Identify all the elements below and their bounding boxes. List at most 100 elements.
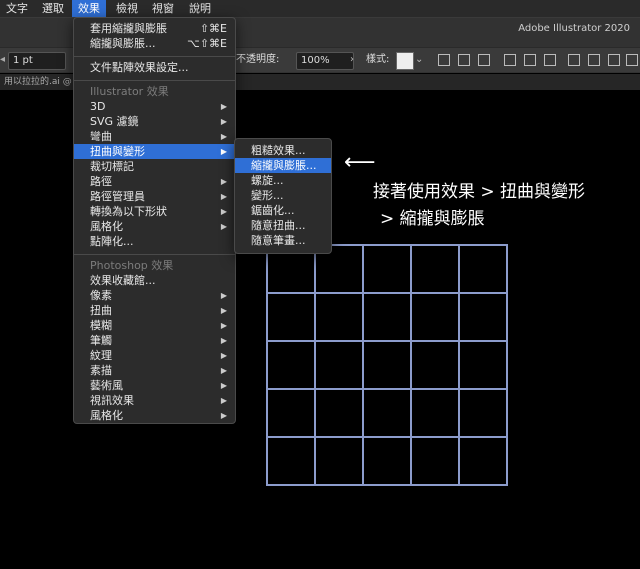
submenu-item-pucker-bloat[interactable]: 縮攏與膨脹... (235, 158, 331, 173)
menu-item-label: 3D (90, 100, 106, 113)
opacity-input[interactable]: 100% (296, 52, 354, 70)
submenu-arrow-icon: ▶ (220, 306, 227, 315)
menu-item-label: 裁切標記 (90, 160, 134, 173)
menu-bar: 文字 選取 效果 檢視 視窗 說明 (0, 0, 640, 18)
document-raster-settings-item[interactable]: 文件點陣效果設定... (74, 60, 235, 75)
submenu-arrow-icon: ▶ (220, 366, 227, 375)
menu-item-label: 素描 (90, 364, 112, 377)
menu-item-distort-transform[interactable]: 扭曲與變形 ▶ (74, 144, 235, 159)
distribute-icon[interactable] (588, 54, 600, 66)
align-icon[interactable] (458, 54, 470, 66)
menu-item-label: 模糊 (90, 319, 112, 332)
style-label: 樣式: (366, 54, 390, 65)
align-icon[interactable] (504, 54, 516, 66)
menu-item-effect-gallery[interactable]: 效果收藏館... (74, 273, 235, 288)
submenu-arrow-icon: ▶ (220, 147, 227, 156)
menu-item-label: 扭曲 (90, 304, 112, 317)
opacity-label: 不透明度: (236, 54, 280, 65)
submenu-arrow-icon: ▶ (220, 117, 227, 126)
style-swatch[interactable] (396, 52, 414, 70)
menu-item-label: 路徑 (90, 175, 112, 188)
submenu-arrow-icon: ▶ (220, 102, 227, 111)
menu-item-texture[interactable]: 紋理 ▶ (74, 348, 235, 363)
menu-item-label: 風格化 (90, 409, 123, 422)
menu-window[interactable]: 視窗 (146, 0, 180, 17)
opacity-chevron-icon[interactable]: › (350, 52, 354, 68)
menu-item-3d[interactable]: 3D ▶ (74, 99, 235, 114)
menu-item-sketch[interactable]: 素描 ▶ (74, 363, 235, 378)
apply-last-effect-item[interactable]: 套用縮攏與膨脹 ⇧⌘E (74, 21, 235, 36)
menu-item-label: 路徑管理員 (90, 190, 145, 203)
separator (74, 56, 235, 57)
menu-select[interactable]: 選取 (36, 0, 70, 17)
annotation-arrow-icon: ⟵ (344, 150, 376, 175)
menu-item-artistic[interactable]: 藝術風 ▶ (74, 378, 235, 393)
menu-item-label: 變形... (251, 189, 284, 202)
menu-item-label: 文件點陣效果設定... (90, 61, 189, 74)
align-icon[interactable] (524, 54, 536, 66)
menu-view[interactable]: 檢視 (110, 0, 144, 17)
menu-item-crop-marks[interactable]: 裁切標記 (74, 159, 235, 174)
shortcut-label: ⌥⇧⌘E (187, 37, 227, 50)
menu-text[interactable]: 文字 (0, 0, 34, 17)
menu-item-stylize-ps[interactable]: 風格化 ▶ (74, 408, 235, 423)
annotation-line-1: 接著使用效果 > 扭曲與變形 (373, 182, 586, 202)
submenu-item-free-distort[interactable]: 隨意扭曲... (235, 218, 331, 233)
style-chevron-icon[interactable]: ⌄ (415, 52, 423, 68)
menu-item-path[interactable]: 路徑 ▶ (74, 174, 235, 189)
annotation-line-2: > 縮攏與膨脹 (380, 209, 485, 229)
menu-item-label: 藝術風 (90, 379, 123, 392)
menu-item-rasterize[interactable]: 點陣化... (74, 234, 235, 249)
menu-item-warp[interactable]: 彎曲 ▶ (74, 129, 235, 144)
submenu-arrow-icon: ▶ (220, 336, 227, 345)
submenu-arrow-icon: ▶ (220, 207, 227, 216)
menu-item-label: 風格化 (90, 220, 123, 233)
align-icon[interactable] (544, 54, 556, 66)
menu-help[interactable]: 說明 (183, 0, 217, 17)
distribute-icon[interactable] (568, 54, 580, 66)
menu-item-stylize[interactable]: 風格化 ▶ (74, 219, 235, 234)
submenu-item-roughen[interactable]: 粗糙效果... (235, 143, 331, 158)
menu-effect[interactable]: 效果 (72, 0, 106, 17)
submenu-arrow-icon: ▶ (220, 291, 227, 300)
menu-item-svg-filters[interactable]: SVG 濾鏡 ▶ (74, 114, 235, 129)
distribute-icon[interactable] (626, 54, 638, 66)
menu-item-label: 像素 (90, 289, 112, 302)
distribute-icon[interactable] (608, 54, 620, 66)
submenu-arrow-icon: ▶ (220, 381, 227, 390)
distort-transform-submenu: 粗糙效果... 縮攏與膨脹... 螺旋... 變形... 鋸齒化... 隨意扭曲… (234, 138, 332, 254)
last-effect-item[interactable]: 縮攏與膨脹... ⌥⇧⌘E (74, 36, 235, 51)
menu-item-brush-strokes[interactable]: 筆觸 ▶ (74, 333, 235, 348)
separator (74, 254, 235, 255)
menu-item-video[interactable]: 視訊效果 ▶ (74, 393, 235, 408)
app-title: Adobe Illustrator 2020 (518, 23, 630, 34)
menu-item-label: 套用縮攏與膨脹 (90, 22, 167, 35)
stroke-arrow-icon[interactable]: ◂ (0, 52, 5, 68)
menu-item-label: 轉換為以下形狀 (90, 205, 167, 218)
menu-item-label: 彎曲 (90, 130, 112, 143)
menu-item-label: 螺旋... (251, 174, 284, 187)
shortcut-label: ⇧⌘E (199, 22, 227, 35)
menu-item-label: 縮攏與膨脹... (90, 37, 156, 50)
menu-item-convert-to-shape[interactable]: 轉換為以下形狀 ▶ (74, 204, 235, 219)
photoshop-effects-header: Photoshop 效果 (74, 258, 235, 273)
submenu-arrow-icon: ▶ (220, 132, 227, 141)
menu-item-blur[interactable]: 模糊 ▶ (74, 318, 235, 333)
menu-item-pathfinder[interactable]: 路徑管理員 ▶ (74, 189, 235, 204)
submenu-item-scribble[interactable]: 隨意筆畫... (235, 233, 331, 248)
submenu-item-transform[interactable]: 變形... (235, 188, 331, 203)
submenu-arrow-icon: ▶ (220, 222, 227, 231)
stroke-weight-select[interactable]: 1 pt (8, 52, 66, 70)
grid-artwork[interactable] (260, 238, 516, 490)
menu-item-distort[interactable]: 扭曲 ▶ (74, 303, 235, 318)
effect-menu: 套用縮攏與膨脹 ⇧⌘E 縮攏與膨脹... ⌥⇧⌘E 文件點陣效果設定... Il… (73, 17, 236, 424)
align-icon[interactable] (438, 54, 450, 66)
submenu-item-twist[interactable]: 螺旋... (235, 173, 331, 188)
separator (74, 80, 235, 81)
submenu-arrow-icon: ▶ (220, 351, 227, 360)
align-icon[interactable] (478, 54, 490, 66)
menu-item-label: 鋸齒化... (251, 204, 295, 217)
submenu-arrow-icon: ▶ (220, 396, 227, 405)
submenu-item-zig-zag[interactable]: 鋸齒化... (235, 203, 331, 218)
menu-item-pixelate[interactable]: 像素 ▶ (74, 288, 235, 303)
